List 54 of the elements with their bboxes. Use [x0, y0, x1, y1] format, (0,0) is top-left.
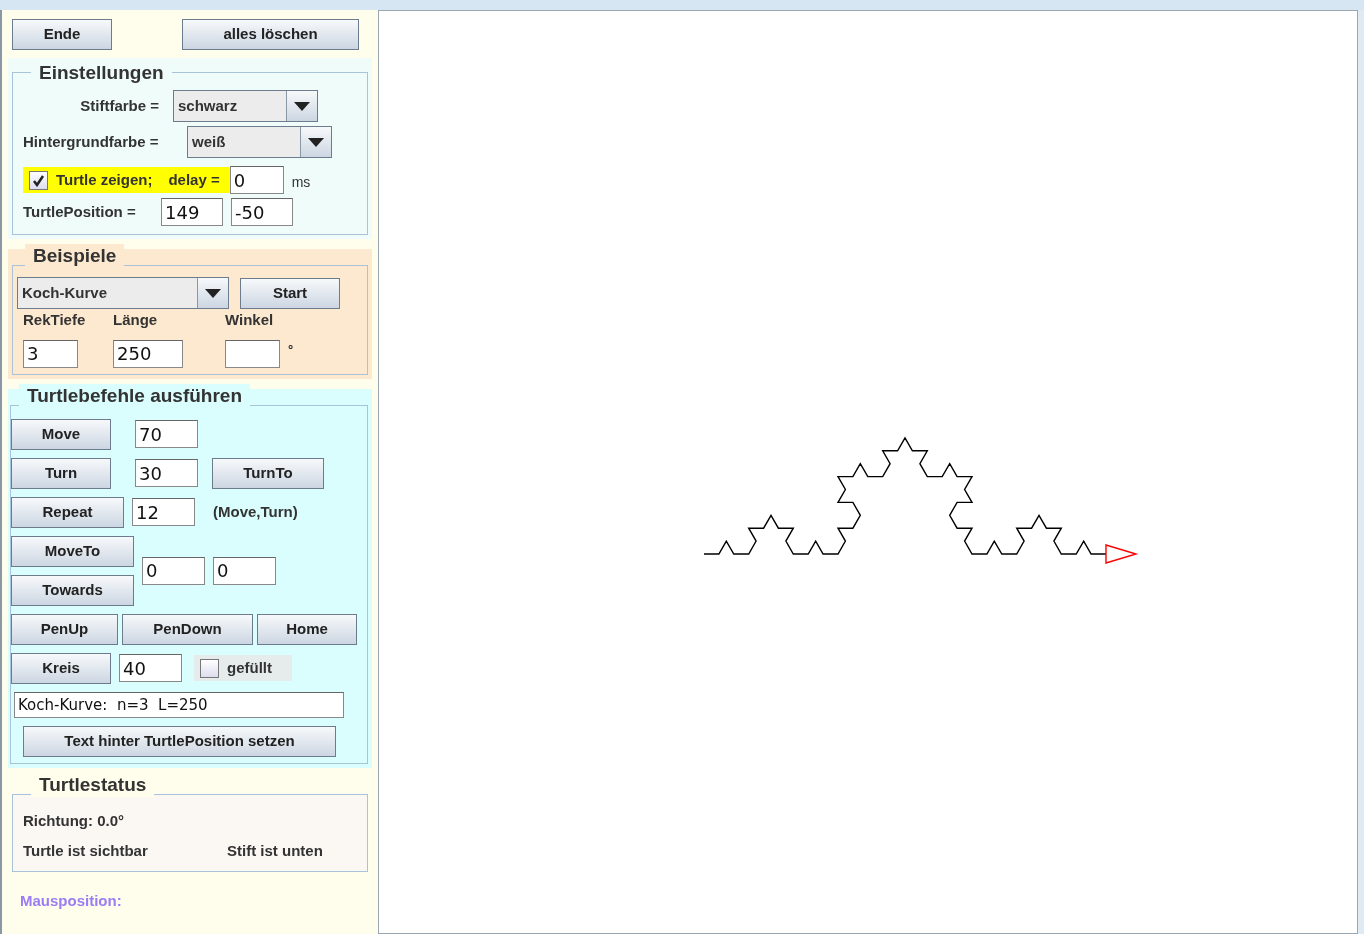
command-button[interactable]: PenUp — [11, 613, 118, 645]
circle-button[interactable]: Kreis — [11, 652, 111, 684]
turtle-icon — [1105, 544, 1139, 564]
unit-label: ° — [288, 340, 294, 359]
delay-field[interactable]: 0 — [229, 166, 284, 194]
command-button[interactable]: PenDown — [122, 613, 253, 645]
dropdown-arrow-icon — [308, 137, 324, 147]
x-field[interactable]: 0 — [142, 556, 205, 585]
pen-color-label: Stiftfarbe = — [79, 95, 160, 116]
repeat-count-field[interactable]: 12 — [132, 498, 195, 526]
checkbox[interactable] — [200, 658, 219, 678]
move-button[interactable]: Move — [11, 418, 111, 450]
radius-field[interactable]: 40 — [119, 654, 182, 682]
position-x-field[interactable]: 149 — [161, 198, 223, 226]
visibility-text: Turtle ist sichtbar — [23, 841, 149, 861]
position-y-field[interactable]: -50 — [231, 198, 293, 226]
checkbox-label: gefüllt — [227, 657, 272, 678]
command-button[interactable]: Home — [257, 613, 357, 645]
exit-button[interactable]: Ende — [12, 19, 112, 50]
pen-state-text: Stift ist unten — [227, 841, 323, 861]
parameter-field[interactable] — [225, 339, 280, 368]
parameter-field[interactable]: 3 — [23, 339, 78, 368]
background-color-dropdown[interactable]: weiß — [187, 126, 332, 158]
dropdown-arrow-icon — [205, 288, 221, 298]
field-label: RekTiefe — [23, 310, 87, 330]
parameter-field[interactable]: 250 — [113, 339, 183, 368]
field-label: Länge — [113, 310, 159, 330]
section-title: Beispiele — [25, 244, 125, 268]
direction-text: Richtung: 0.0° — [23, 810, 125, 831]
start-button[interactable]: Start — [240, 277, 340, 309]
checkbox[interactable] — [29, 170, 48, 190]
move-to-button[interactable]: MoveTo — [11, 535, 134, 567]
hint-label: (Move,Turn) — [213, 501, 298, 522]
distance-field[interactable]: 70 — [135, 420, 198, 448]
position-label: TurtlePosition = — [23, 201, 137, 222]
clear-all-button[interactable]: alles löschen — [182, 19, 359, 50]
dropdown-arrow-icon — [294, 101, 310, 111]
background-color-label: Hintergrundfarbe = — [23, 131, 160, 152]
pen-color-dropdown[interactable]: schwarz — [173, 90, 318, 122]
section-title: Turtlebefehle ausführen — [19, 383, 250, 408]
text-field[interactable]: Koch-Kurve: n=3 L=250 — [14, 691, 344, 718]
unit-label: ms — [291, 172, 311, 192]
turn-to-button[interactable]: TurnTo — [212, 457, 324, 489]
field-label: Winkel — [225, 310, 275, 330]
delay-label: delay = — [168, 169, 220, 190]
turn-button[interactable]: Turn — [11, 457, 111, 489]
mouse-position-label: Mausposition: — [20, 890, 123, 911]
angle-field[interactable]: 30 — [135, 459, 198, 487]
towards-button[interactable]: Towards — [11, 574, 134, 606]
set-text-button[interactable]: Text hinter TurtlePosition setzen — [23, 725, 336, 757]
y-field[interactable]: 0 — [213, 556, 276, 585]
repeat-button[interactable]: Repeat — [11, 496, 124, 528]
checkbox-label: Turtle zeigen; — [56, 169, 153, 190]
example-dropdown[interactable]: Koch-Kurve — [17, 277, 229, 309]
